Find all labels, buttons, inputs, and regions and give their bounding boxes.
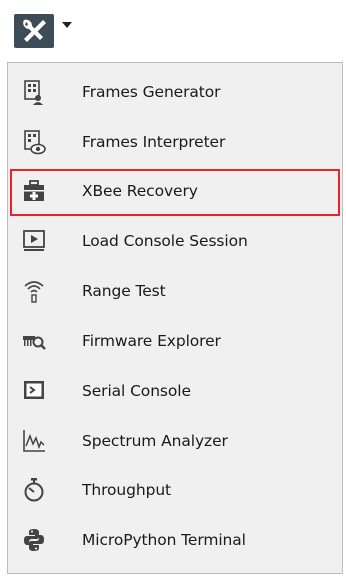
tools-menu-button[interactable]: [14, 14, 54, 48]
caret-down-icon[interactable]: [62, 22, 72, 28]
menu-item-label: MicroPython Terminal: [82, 531, 246, 549]
tools-dropdown-menu: Frames Generator Frames Interpreter XBee…: [7, 62, 343, 574]
menu-item-serial-console[interactable]: Serial Console: [10, 369, 340, 416]
throughput-icon: [22, 477, 46, 503]
menu-item-frames-interpreter[interactable]: Frames Interpreter: [10, 120, 340, 167]
xbee-recovery-icon: [22, 178, 46, 204]
menu-item-label: Serial Console: [82, 382, 191, 400]
menu-item-xbee-recovery[interactable]: XBee Recovery: [10, 169, 340, 216]
menu-item-label: Frames Interpreter: [82, 133, 226, 151]
menu-item-label: Frames Generator: [82, 83, 221, 101]
serial-console-icon: [22, 378, 46, 404]
range-test-icon: [22, 278, 46, 304]
menu-item-label: Firmware Explorer: [82, 332, 221, 350]
menu-item-throughput[interactable]: Throughput: [10, 468, 340, 515]
menu-item-label: Load Console Session: [82, 232, 248, 250]
menu-item-label: XBee Recovery: [82, 182, 198, 200]
spectrum-analyzer-icon: [22, 428, 46, 454]
menu-item-frames-generator[interactable]: Frames Generator: [10, 70, 340, 117]
menu-item-range-test[interactable]: Range Test: [10, 269, 340, 316]
menu-item-firmware-explorer[interactable]: Firmware Explorer: [10, 319, 340, 366]
micropython-terminal-icon: [22, 527, 46, 553]
firmware-explorer-icon: [22, 328, 46, 354]
menu-item-load-console-session[interactable]: Load Console Session: [10, 219, 340, 266]
load-console-session-icon: [22, 228, 46, 254]
frames-generator-icon: [22, 79, 46, 105]
tools-icon: [23, 19, 46, 42]
menu-item-label: Range Test: [82, 282, 166, 300]
menu-item-label: Throughput: [82, 481, 172, 499]
menu-item-label: Spectrum Analyzer: [82, 432, 228, 450]
menu-item-spectrum-analyzer[interactable]: Spectrum Analyzer: [10, 419, 340, 466]
menu-item-micropython-terminal[interactable]: MicroPython Terminal: [10, 518, 340, 565]
frames-interpreter-icon: [22, 129, 46, 155]
toolbar: [0, 0, 346, 62]
